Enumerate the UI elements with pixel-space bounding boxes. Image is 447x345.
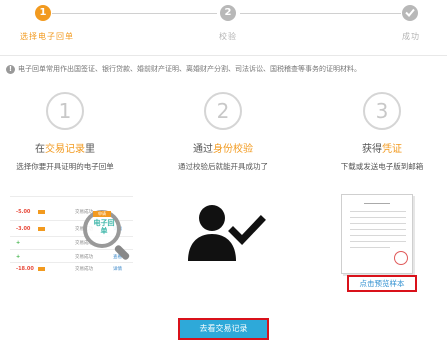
step-2-label: 校验 [219,32,237,41]
tx-divider [10,196,133,197]
header-divider [0,55,447,56]
step-number-circle: 3 [363,92,401,130]
user-verified-icon [188,205,266,261]
tx-amount: -5.00 [16,209,31,215]
tx-badge [38,227,45,231]
stepper-connector-2 [240,13,401,14]
doc-title-line [364,203,390,204]
info-text: 电子回单常用作出国签证、银行贷款、婚前财产证明、离婚财产分割、司法诉讼、国税稽查… [18,65,361,73]
doc-line [350,247,390,248]
doc-stamp [394,251,408,265]
tx-amount: + [16,240,21,246]
doc-line [350,223,406,224]
step-column-title: 通过身份校验 [163,140,283,155]
doc-line [350,211,406,212]
step-column-3: 3 获得凭证 下载或发送电子版到邮箱 [322,92,442,172]
tx-status: 交易成功 [75,267,93,272]
tx-amount: + [16,254,21,260]
title-highlight: 身份校验 [213,144,253,155]
step-number-circle: 1 [46,92,84,130]
progress-stepper: 1 2 选择电子回单 校验 成功 [0,0,447,48]
step-3-label: 成功 [402,32,420,41]
title-highlight: 凭证 [382,144,402,155]
title-prefix: 在 [35,144,45,155]
title-prefix: 获得 [362,144,382,155]
tx-status: 交易成功 [75,255,93,260]
title-highlight: 交易记录 [45,144,85,155]
title-suffix: 里 [85,144,95,155]
check-icon [405,8,415,17]
step-column-title: 获得凭证 [322,140,442,155]
view-transactions-button[interactable]: 去看交易记录 [178,318,269,340]
step-column-description: 通过校验后就能开具成功了 [178,162,268,171]
tx-link: 详情 [113,267,122,272]
step-1-label: 选择电子回单 [20,32,74,41]
step-1-indicator: 1 [35,5,51,21]
step-column-2: 2 通过身份校验 通过校验后就能开具成功了 [163,92,283,172]
tx-amount: -3.00 [16,226,31,232]
step-column-description: 下载或发送电子版到邮箱 [340,162,424,171]
tx-badge [38,210,45,214]
doc-line [350,229,406,230]
magnifier-text: 电子回单 [93,219,115,235]
tx-divider [10,262,133,263]
magnifier-badge: 申请 [93,211,111,217]
info-icon: ! [6,64,15,74]
title-prefix: 通过 [193,144,213,155]
tx-badge [38,267,45,271]
step-column-description: 选择你要开具证明的电子回单 [16,162,114,171]
step-column-1: 1 在交易记录里 选择你要开具证明的电子回单 [5,92,125,172]
tx-amount: -18.00 [16,266,34,272]
step-number-circle: 2 [204,92,242,130]
info-notice: ! 电子回单常用作出国签证、银行贷款、婚前财产证明、离婚财产分割、司法诉讼、国税稽… [6,64,446,76]
doc-line [350,241,406,242]
step-3-indicator [402,5,418,21]
step-2-indicator: 2 [220,5,236,21]
stepper-connector-1 [52,13,217,14]
preview-sample-link[interactable]: 点击预览样本 [347,275,417,292]
document-sample-icon [341,194,413,274]
doc-line [350,217,406,218]
step-column-title: 在交易记录里 [5,140,125,155]
doc-line [350,235,406,236]
